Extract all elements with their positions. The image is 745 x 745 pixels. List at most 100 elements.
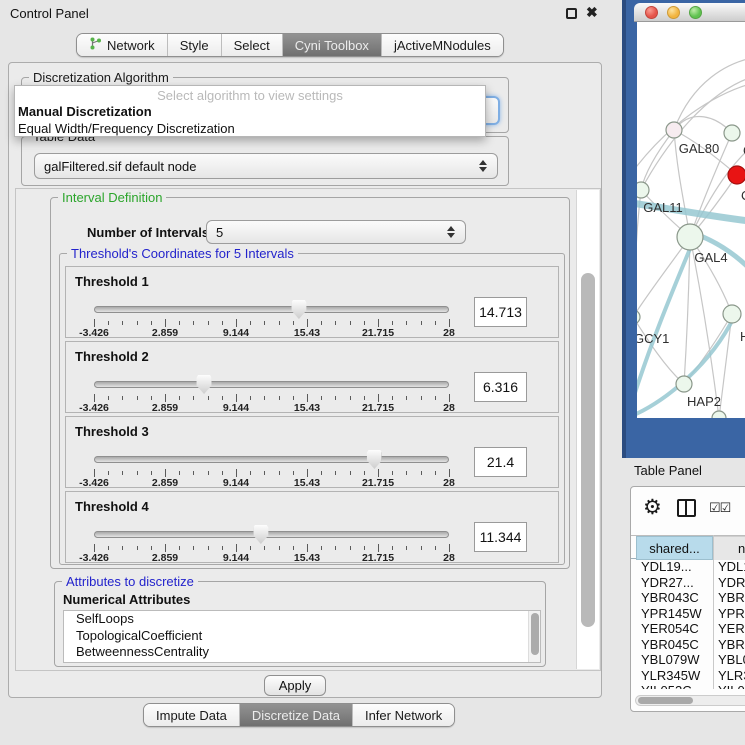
table-data-combobox[interactable]: galFiltered.sif default node [34, 153, 498, 179]
scrollbar-thumb[interactable] [531, 613, 539, 655]
node-gal4[interactable] [677, 224, 703, 250]
tab-impute-data[interactable]: Impute Data [144, 704, 239, 726]
dropdown-option-equal-width[interactable]: Equal Width/Frequency Discretization [15, 120, 485, 137]
threshold-2-slider[interactable] [94, 380, 449, 389]
number-of-intervals-combobox[interactable]: 5 [206, 220, 466, 244]
table-row[interactable]: YIL052C YIL0 [631, 683, 745, 689]
tab-jactivemnodules[interactable]: jActiveMNodules [381, 34, 503, 56]
tick-mark [137, 396, 138, 400]
threshold-value-field[interactable]: 21.4 [474, 447, 527, 477]
cell-name[interactable]: YDL1 [718, 559, 745, 574]
tick-mark [435, 546, 436, 550]
float-window-icon[interactable] [566, 8, 577, 19]
group-label: Interval Definition [58, 190, 166, 205]
tick-label: 9.144 [223, 552, 249, 564]
node-gcy1[interactable] [637, 310, 640, 324]
node-hap2[interactable] [676, 376, 692, 392]
attribute-list-item[interactable]: SelfLoops [64, 611, 540, 628]
zoom-traffic-light-icon[interactable] [689, 6, 702, 19]
column-header-shared-name[interactable]: shared... [636, 536, 713, 560]
settings-scrollbar[interactable] [576, 190, 599, 669]
apply-button[interactable]: Apply [264, 675, 326, 696]
threshold-4-slider[interactable] [94, 530, 449, 539]
select-columns-icon[interactable]: ☑☑ [709, 500, 730, 516]
tick-mark [165, 544, 166, 552]
slider-track [94, 456, 449, 463]
tab-discretize-data[interactable]: Discretize Data [239, 704, 352, 726]
node-gal80[interactable] [666, 122, 682, 138]
cell-name[interactable]: YBR0 [718, 590, 745, 605]
table-row[interactable]: YER054C YER0 [631, 621, 745, 637]
tick-mark [236, 319, 237, 327]
numerical-attributes-list[interactable]: SelfLoopsTopologicalCoefficientBetweenne… [63, 610, 541, 663]
tab-select[interactable]: Select [221, 34, 282, 56]
table-row[interactable]: YDL19... YDL1 [631, 559, 745, 575]
slider-track [94, 381, 449, 388]
table-row[interactable]: YLR345W YLR3 [631, 668, 745, 684]
cell-name[interactable]: YIL0 [718, 683, 745, 689]
tick-label: 15.43 [294, 552, 320, 564]
slider-thumb[interactable] [253, 525, 268, 544]
threshold-value-field[interactable]: 6.316 [474, 372, 527, 402]
split-panel-icon[interactable] [677, 499, 696, 517]
tab-cyni-toolbox[interactable]: Cyni Toolbox [282, 34, 381, 56]
table-row[interactable]: YBR045C YBR0 [631, 637, 745, 653]
table-row[interactable]: YPR145W YPR1 [631, 606, 745, 622]
cell-shared-name[interactable]: YPR145W [641, 606, 702, 621]
slider-thumb[interactable] [291, 300, 306, 319]
threshold-label: Threshold 3 [75, 424, 149, 439]
list-scrollbar[interactable] [528, 611, 540, 662]
tick-mark [293, 321, 294, 325]
node-partial-right[interactable] [723, 305, 741, 323]
tick-mark [94, 319, 95, 327]
cell-name[interactable]: YER0 [718, 621, 745, 636]
column-header-name[interactable]: n [714, 536, 745, 560]
cell-name[interactable]: YLR3 [718, 668, 745, 683]
threshold-value-field[interactable]: 11.344 [474, 522, 527, 552]
cell-name[interactable]: YDR2 [718, 575, 745, 590]
dropdown-option-manual[interactable]: Manual Discretization [15, 103, 485, 120]
threshold-3-slider[interactable] [94, 455, 449, 464]
tab-style[interactable]: Style [167, 34, 221, 56]
close-traffic-light-icon[interactable] [645, 6, 658, 19]
table-row[interactable]: YBL079W YBL0 [631, 652, 745, 668]
threshold-1-slider[interactable] [94, 305, 449, 314]
slider-thumb[interactable] [197, 375, 212, 394]
table-row[interactable]: YBR043C YBR0 [631, 590, 745, 606]
close-icon[interactable]: ✖ [586, 4, 598, 21]
cell-shared-name[interactable]: YLR345W [641, 668, 700, 683]
node-gal11[interactable] [637, 182, 649, 198]
cell-name[interactable]: YBR0 [718, 637, 745, 652]
tick-mark [222, 546, 223, 550]
scrollbar-thumb[interactable] [581, 273, 595, 627]
network-canvas[interactable]: GAL80 G GAL11 C GAL4 GCY1 H HAP2 [637, 22, 745, 418]
tab-label: Network [107, 38, 155, 53]
cell-shared-name[interactable]: YBL079W [641, 652, 700, 667]
cell-name[interactable]: YPR1 [718, 606, 745, 621]
threshold-value-field[interactable]: 14.713 [474, 297, 527, 327]
cell-shared-name[interactable]: YER054C [641, 621, 699, 636]
tick-mark [335, 546, 336, 550]
settings-gear-icon[interactable]: ⚙ [643, 495, 662, 520]
cell-shared-name[interactable]: YIL052C [641, 683, 692, 689]
tick-mark [137, 471, 138, 475]
tab-infer-network[interactable]: Infer Network [352, 704, 454, 726]
cell-shared-name[interactable]: YBR045C [641, 637, 699, 652]
threshold-1-box: Threshold 1 -3.4262.8599.14415.4321.7152… [65, 266, 559, 338]
minimize-traffic-light-icon[interactable] [667, 6, 680, 19]
attribute-list-item[interactable]: BetweennessCentrality [64, 644, 540, 661]
cell-shared-name[interactable]: YDR27... [641, 575, 694, 590]
cell-shared-name[interactable]: YDL19... [641, 559, 692, 574]
cell-name[interactable]: YBL0 [718, 652, 745, 667]
table-row[interactable]: YDR27... YDR2 [631, 575, 745, 591]
cell-shared-name[interactable]: YBR043C [641, 590, 699, 605]
slider-thumb[interactable] [367, 450, 382, 469]
node-selected-red[interactable] [728, 166, 745, 184]
table-horizontal-scrollbar[interactable] [635, 695, 745, 706]
tick-label: 21.715 [362, 327, 394, 339]
node-partial-top-right[interactable] [724, 125, 740, 141]
scrollbar-thumb[interactable] [638, 697, 693, 704]
tab-network[interactable]: Network [77, 34, 167, 56]
node-partial-bottom[interactable] [712, 411, 726, 418]
attribute-list-item[interactable]: TopologicalCoefficient [64, 628, 540, 645]
